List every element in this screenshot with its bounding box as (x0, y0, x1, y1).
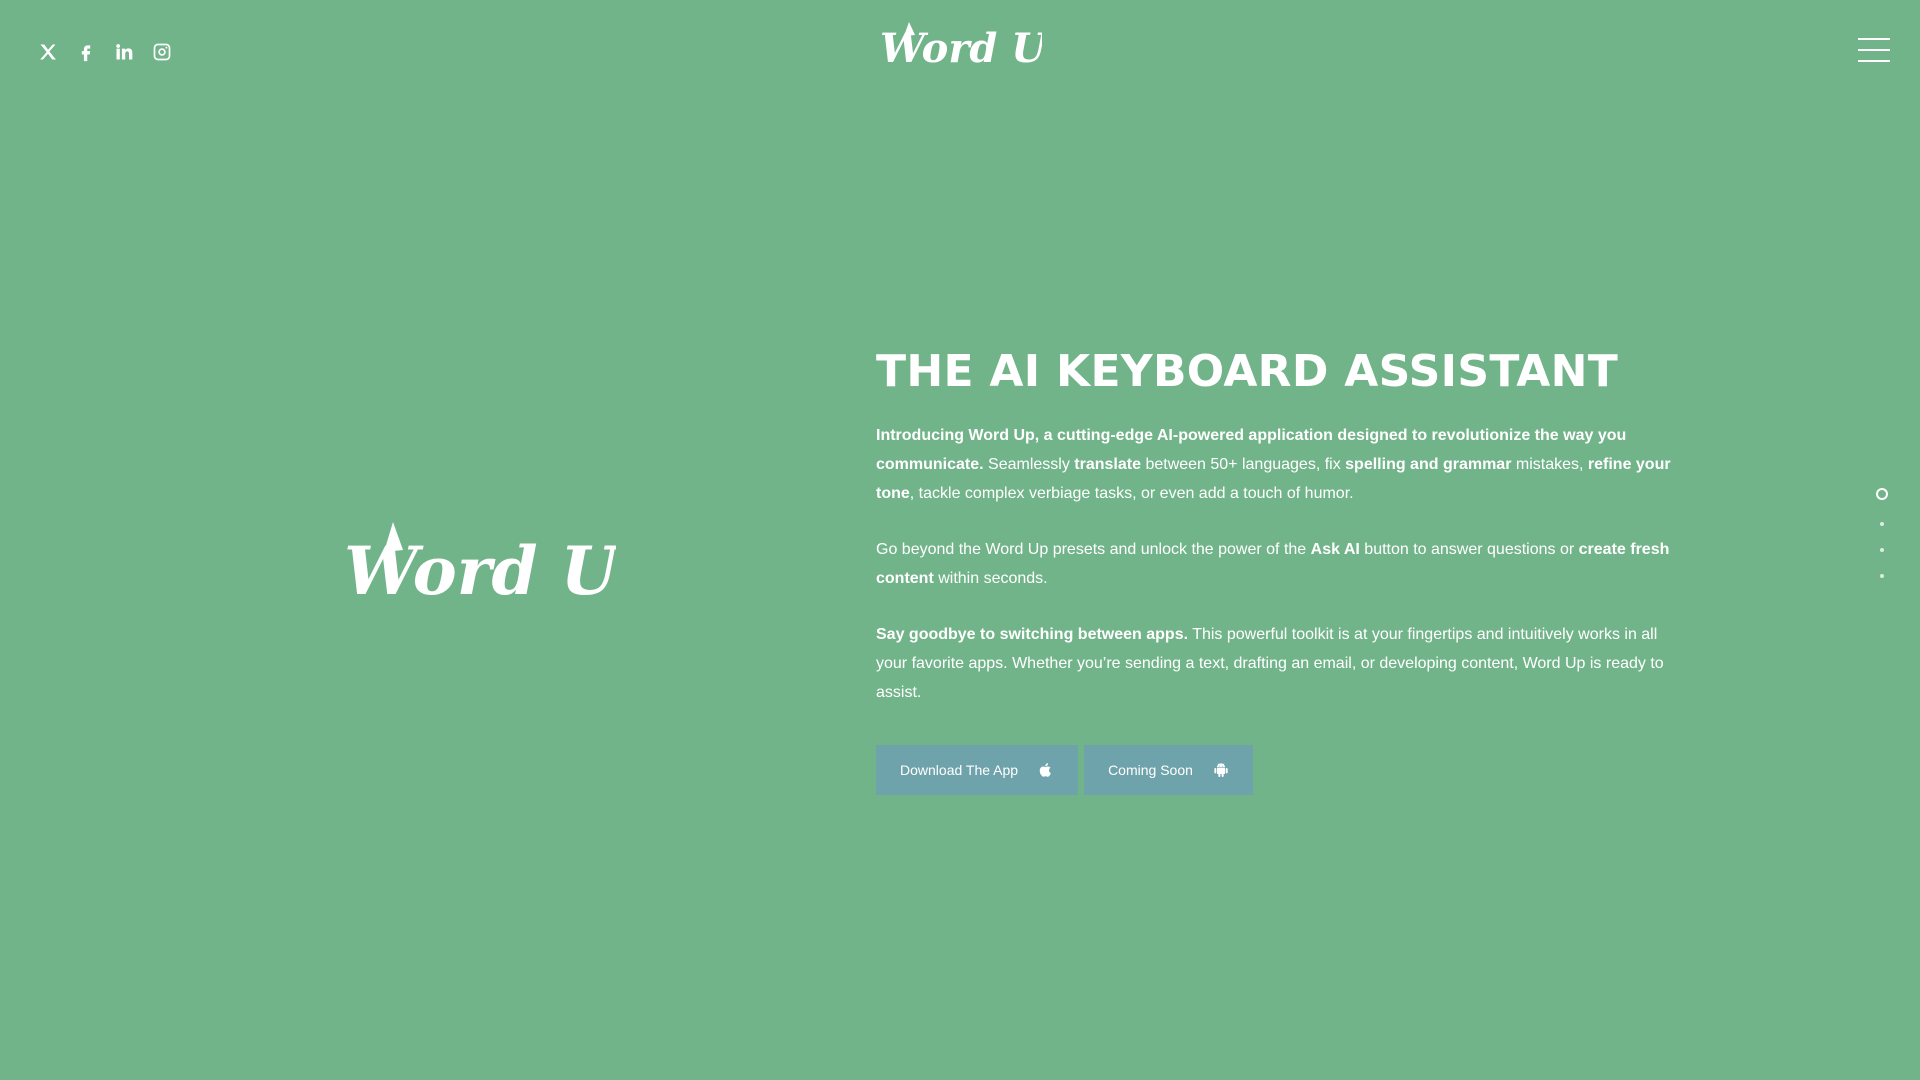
hero-title: THE AI KEYBOARD ASSISTANT (876, 346, 1619, 397)
download-app-label: Download The App (900, 762, 1019, 778)
coming-soon-label: Coming Soon (1108, 762, 1193, 778)
linkedin-link[interactable] (112, 40, 136, 64)
hero-logo: Word Up (344, 522, 616, 608)
x-twitter-link[interactable] (36, 40, 60, 64)
pagination-dot-active[interactable] (1876, 488, 1888, 500)
facebook-icon (81, 45, 91, 62)
linkedin-icon (116, 44, 133, 60)
instagram-icon (153, 43, 171, 61)
pagination-dot[interactable] (1880, 548, 1884, 552)
instagram-link[interactable] (150, 40, 174, 64)
x-twitter-icon (40, 44, 56, 60)
cta-buttons: Download The App Coming Soon (876, 745, 1688, 795)
menu-line (1858, 60, 1890, 62)
menu-toggle-button[interactable] (1858, 38, 1890, 62)
social-links (36, 40, 174, 64)
svg-text:Word Up: Word Up (344, 532, 616, 608)
android-icon (1214, 763, 1228, 777)
pagination-dot[interactable] (1880, 574, 1884, 578)
menu-line (1858, 38, 1890, 40)
intro-paragraph: Introducing Word Up, a cutting-edge AI-p… (876, 427, 1671, 502)
menu-line (1858, 49, 1890, 51)
hero-content: THE AI KEYBOARD ASSISTANT Introducing Wo… (876, 345, 1688, 795)
header-logo[interactable]: Word Up (878, 18, 1042, 76)
ask-ai-paragraph: Go beyond the Word Up presets and unlock… (876, 541, 1670, 587)
svg-text:Word Up: Word Up (880, 25, 1042, 72)
toolkit-paragraph: Say goodbye to switching between apps. T… (876, 626, 1664, 701)
facebook-link[interactable] (74, 40, 98, 64)
download-app-button[interactable]: Download The App (876, 745, 1079, 795)
section-pagination (1876, 488, 1888, 578)
coming-soon-button[interactable]: Coming Soon (1084, 745, 1253, 795)
apple-icon (1039, 763, 1051, 777)
pagination-dot[interactable] (1880, 522, 1884, 526)
